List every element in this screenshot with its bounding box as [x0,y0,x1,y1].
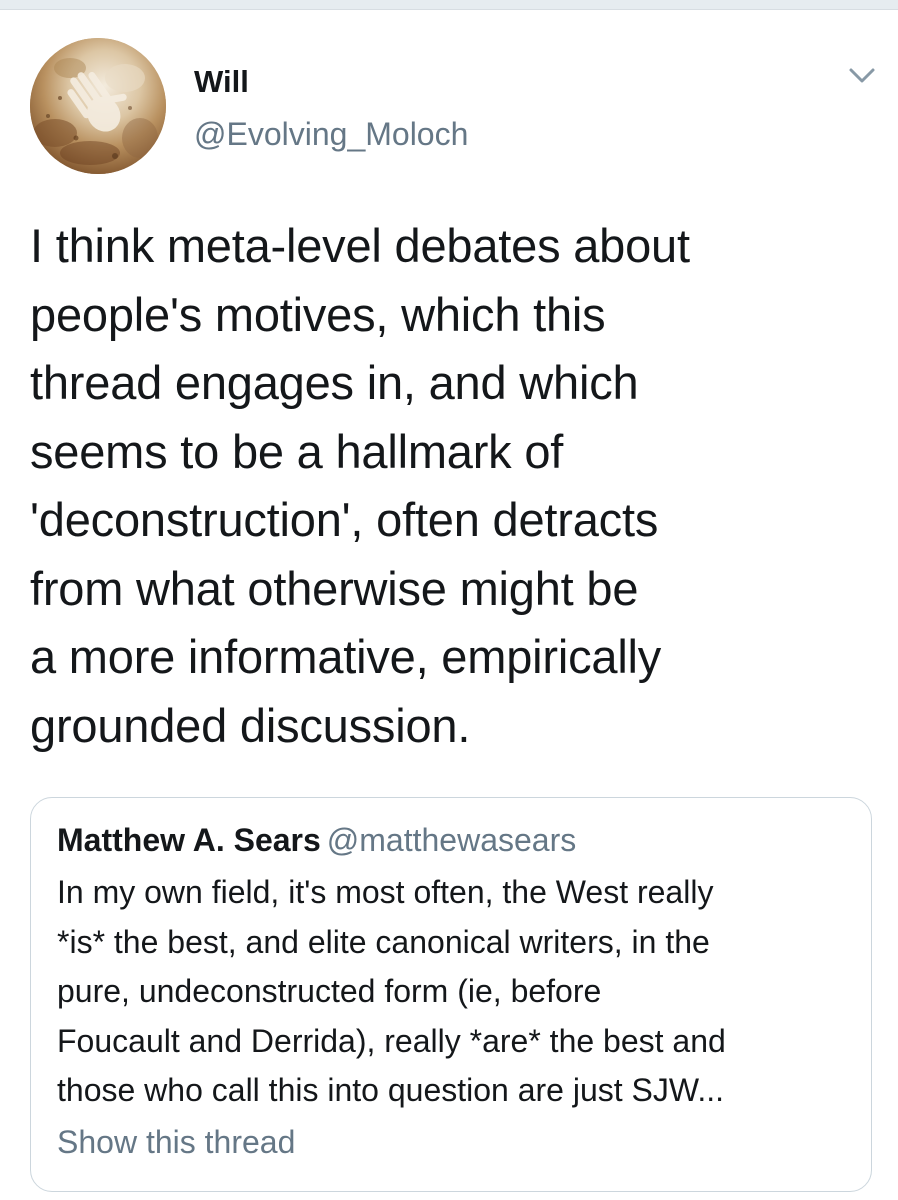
chevron-down-icon[interactable] [846,62,878,90]
cave-handprint-avatar-icon [30,38,166,174]
quoted-tweet-card[interactable]: Matthew A. Sears @matthewasears In my own… [30,797,872,1192]
top-divider [0,0,898,10]
quoted-tweet-text: In my own field, it's most often, the We… [57,874,726,1108]
author-handle[interactable]: @Evolving_Moloch [194,114,468,154]
quoted-author-handle: @matthewasears [326,822,577,858]
tweet-text: I think meta-level debates about people'… [30,219,690,752]
quoted-author-name: Matthew A. Sears [57,822,321,858]
show-thread-link[interactable]: Show this thread [57,1121,295,1163]
quoted-tweet-header: Matthew A. Sears @matthewasears [57,820,576,860]
avatar[interactable] [30,38,166,174]
author-name[interactable]: Will [194,62,249,102]
